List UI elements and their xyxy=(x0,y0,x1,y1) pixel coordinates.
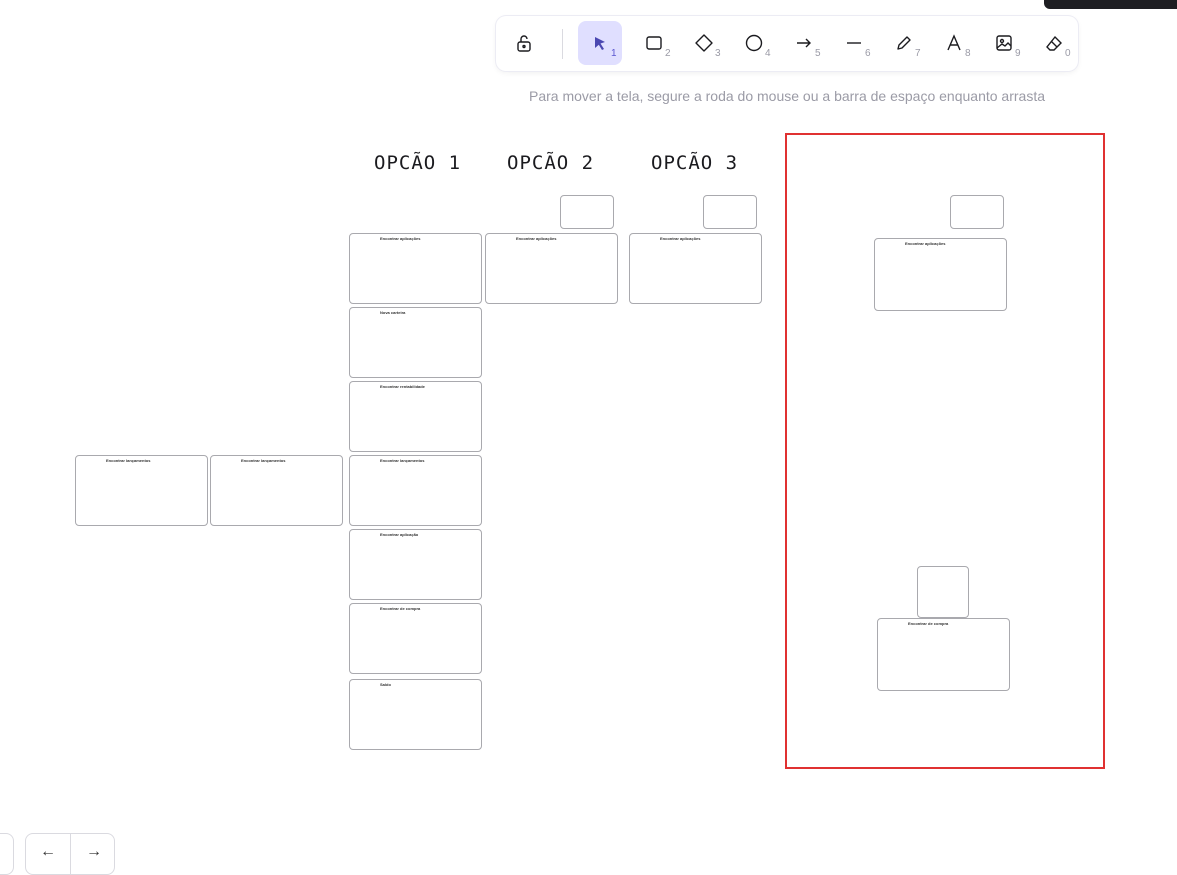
draw-tool-key: 7 xyxy=(915,48,921,59)
frame-saldo[interactable]: Saldo xyxy=(349,679,482,750)
frame-title: Encontrar aplicações xyxy=(660,236,701,241)
selected-overlay-card[interactable] xyxy=(917,566,969,618)
frame-title: Encontrar lançamentos xyxy=(106,458,151,463)
frame-title: Encontrar de compra xyxy=(380,606,421,611)
diamond-icon xyxy=(695,34,713,52)
image-tool-key: 9 xyxy=(1015,48,1021,59)
frame-title: Saldo xyxy=(380,682,391,687)
frame-title: Encontrar aplicações xyxy=(516,236,557,241)
main-menu-corner[interactable] xyxy=(1044,0,1177,9)
draw-tool-button[interactable]: 7 xyxy=(882,21,926,65)
frame-opcao-2[interactable]: Encontrar aplicações xyxy=(485,233,618,304)
shape-toolbar: 1 2 3 4 5 6 7 8 9 0 xyxy=(496,16,1078,71)
arrow-tool-button[interactable]: 5 xyxy=(782,21,826,65)
heading-opcao-1: OPCÃO 1 xyxy=(374,152,462,174)
eraser-tool-key: 0 xyxy=(1065,48,1071,59)
draw-icon xyxy=(897,36,911,50)
selection-tool-button[interactable]: 1 xyxy=(578,21,622,65)
rectangle-tool-key: 2 xyxy=(665,48,671,59)
undo-redo-group: ← → xyxy=(25,833,115,875)
mini-chart-frame-opcao-3[interactable] xyxy=(703,195,757,229)
undo-button[interactable]: ← xyxy=(40,843,56,861)
frame-opcao-1[interactable]: Encontrar aplicações xyxy=(349,233,482,304)
zoom-controls-stub[interactable] xyxy=(0,833,14,875)
frame-title: Encontrar lançamentos xyxy=(241,458,286,463)
line-tool-button[interactable]: 6 xyxy=(832,21,876,65)
diamond-tool-key: 3 xyxy=(715,48,721,59)
heading-opcao-2: OPCÃO 2 xyxy=(507,152,595,174)
diamond-tool-button[interactable]: 3 xyxy=(682,21,726,65)
frame-title: Nova carteira xyxy=(380,310,406,315)
canvas-hint: Para mover a tela, segure a roda do mous… xyxy=(529,88,1045,104)
frame-title: Encontrar aplicações xyxy=(380,236,421,241)
toolbar-divider xyxy=(562,29,563,59)
selected-frame-top[interactable]: Encontrar aplicações xyxy=(874,238,1007,311)
arrow-tool-key: 5 xyxy=(815,48,821,59)
heading-opcao-3: OPCÃO 3 xyxy=(651,152,739,174)
line-icon xyxy=(847,42,861,44)
ellipse-tool-key: 4 xyxy=(765,48,771,59)
frame-title: Encontrar de compra xyxy=(908,621,949,626)
eraser-icon xyxy=(1046,35,1062,51)
frame-rentabilidade[interactable]: Encontrar rentabilidade xyxy=(349,381,482,452)
ellipse-tool-button[interactable]: 4 xyxy=(732,21,776,65)
selected-mini-chart[interactable] xyxy=(950,195,1004,229)
text-tool-button[interactable]: 8 xyxy=(932,21,976,65)
lock-icon xyxy=(517,35,531,52)
frame-title: Encontrar rentabilidade xyxy=(380,384,425,389)
frame-nova-carteira[interactable]: Nova carteira xyxy=(349,307,482,378)
frame-aplicacao[interactable]: Encontrar aplicação xyxy=(349,529,482,600)
frame-opcao-3[interactable]: Encontrar aplicações xyxy=(629,233,762,304)
mini-chart-frame-opcao-2[interactable] xyxy=(560,195,614,229)
frame-left-2[interactable]: Encontrar lançamentos xyxy=(210,455,343,526)
undo-redo-divider xyxy=(70,834,71,874)
frame-title: Encontrar aplicação xyxy=(380,532,419,537)
selected-frame-bottom[interactable]: Encontrar de compra xyxy=(877,618,1010,691)
frame-lancamentos[interactable]: Encontrar lançamentos xyxy=(349,455,482,526)
image-icon xyxy=(996,35,1012,51)
frame-title: Encontrar lançamentos xyxy=(380,458,425,463)
image-tool-button[interactable]: 9 xyxy=(982,21,1026,65)
ellipse-icon xyxy=(745,34,763,52)
frame-compra[interactable]: Encontrar de compra xyxy=(349,603,482,674)
selection-tool-key: 1 xyxy=(611,48,617,59)
line-tool-key: 6 xyxy=(865,48,871,59)
lock-button[interactable] xyxy=(502,21,546,65)
selection-icon xyxy=(595,37,605,50)
text-icon xyxy=(947,34,961,51)
arrow-icon xyxy=(797,38,811,48)
redo-button[interactable]: → xyxy=(86,843,102,861)
frame-title: Encontrar aplicações xyxy=(905,241,946,246)
rectangle-tool-button[interactable]: 2 xyxy=(632,21,676,65)
eraser-tool-button[interactable]: 0 xyxy=(1032,21,1076,65)
frame-left-1[interactable]: Encontrar lançamentos xyxy=(75,455,208,526)
rectangle-icon xyxy=(646,36,662,50)
text-tool-key: 8 xyxy=(965,48,971,59)
